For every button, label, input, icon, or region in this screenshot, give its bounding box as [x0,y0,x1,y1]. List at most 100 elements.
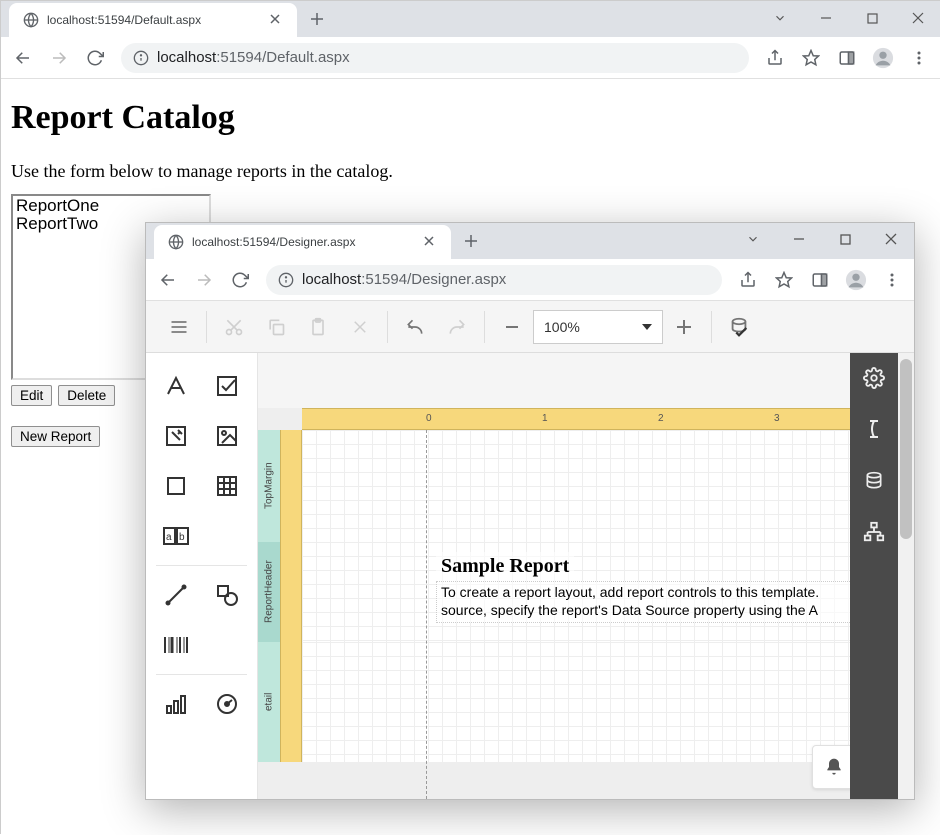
list-item[interactable]: ReportOne [16,197,206,215]
checkbox-tool-icon[interactable] [202,361,254,411]
maximize-icon[interactable] [822,223,868,255]
tab-close-icon[interactable] [423,235,437,249]
shape-tool-icon[interactable] [202,570,254,620]
zoom-select[interactable]: 100% [533,310,663,344]
ruler-tick: 0 [426,413,432,424]
vertical-ruler [280,642,302,762]
report-title-control[interactable]: Sample Report [436,552,574,581]
report-canvas[interactable]: 0 1 2 3 TopMargin ReportHeader etail [258,353,866,799]
scrollbar-thumb[interactable] [900,359,912,539]
band-topmargin-area[interactable] [302,430,866,542]
share-icon[interactable] [759,42,791,74]
reload-button[interactable] [224,264,256,296]
new-tab-button[interactable] [457,227,485,255]
dropdown-caret-icon [642,322,652,332]
datasource-icon[interactable] [864,469,884,493]
delete-button[interactable]: Delete [58,385,115,406]
undo-icon[interactable] [394,306,436,348]
address-bar[interactable]: localhost:51594/Default.aspx [121,43,749,73]
page-heading: Report Catalog [11,99,931,137]
gauge-tool-icon[interactable] [202,679,254,729]
address-bar[interactable]: localhost:51594/Designer.aspx [266,265,722,295]
parent-tab-title: localhost:51594/Default.aspx [47,13,201,27]
profile-icon[interactable] [840,264,872,296]
side-panel-icon[interactable] [831,42,863,74]
label-tool-icon[interactable] [150,361,202,411]
band-label-detail[interactable]: etail [258,642,280,762]
copy-icon[interactable] [255,306,297,348]
info-icon [278,272,294,288]
band-detail-area[interactable] [302,642,866,762]
tab-close-icon[interactable] [269,13,283,27]
zoom-in-icon[interactable] [663,306,705,348]
report-text-control[interactable]: To create a report layout, add report co… [436,581,862,623]
paste-icon[interactable] [297,306,339,348]
forward-button[interactable] [43,42,75,74]
close-icon[interactable] [895,1,940,35]
svg-text:b: b [179,532,185,543]
delete-x-icon[interactable] [339,306,381,348]
back-button[interactable] [7,42,39,74]
validate-icon[interactable] [718,306,760,348]
info-icon [133,50,149,66]
settings-gear-icon[interactable] [863,367,885,389]
edit-button[interactable]: Edit [11,385,52,406]
bookmark-icon[interactable] [768,264,800,296]
minimize-icon[interactable] [803,1,849,35]
redo-icon[interactable] [436,306,478,348]
character-comb-tool-icon[interactable]: ab [150,511,202,561]
reload-button[interactable] [79,42,111,74]
zoom-out-icon[interactable] [491,306,533,348]
expressions-icon[interactable] [864,417,884,441]
side-panel-icon[interactable] [804,264,836,296]
chart-tool-icon[interactable] [150,679,202,729]
table-tool-icon[interactable] [202,461,254,511]
barcode-tool-icon[interactable] [150,620,202,670]
ruler-tick: 3 [774,413,780,424]
vertical-scrollbar[interactable] [898,353,914,799]
margin-guide [426,430,427,799]
chevron-down-icon[interactable] [757,1,803,35]
band-label-reportheader[interactable]: ReportHeader [258,542,280,642]
chevron-down-icon[interactable] [730,223,776,255]
share-icon[interactable] [732,264,764,296]
maximize-icon[interactable] [849,1,895,35]
toolbox-palette: ab [146,353,258,799]
new-tab-button[interactable] [303,5,331,33]
url-text: localhost:51594/Designer.aspx [302,271,506,288]
close-icon[interactable] [868,223,914,255]
panel-tool-icon[interactable] [150,461,202,511]
globe-icon [23,12,39,28]
designer-app: 100% ab [146,301,914,799]
popup-tab-title: localhost:51594/Designer.aspx [192,235,355,249]
url-text: localhost:51594/Default.aspx [157,49,350,66]
svg-text:a: a [166,532,172,543]
hamburger-menu-icon[interactable] [158,306,200,348]
forward-button[interactable] [188,264,220,296]
new-report-button[interactable]: New Report [11,426,100,447]
ruler-tick: 2 [658,413,664,424]
menu-icon[interactable] [903,42,935,74]
line-tool-icon[interactable] [150,570,202,620]
horizontal-ruler: 0 1 2 3 [302,408,866,430]
menu-icon[interactable] [876,264,908,296]
properties-rail [850,353,898,799]
back-button[interactable] [152,264,184,296]
bookmark-icon[interactable] [795,42,827,74]
popup-window-controls [730,223,914,255]
profile-icon[interactable] [867,42,899,74]
vertical-ruler [280,430,302,542]
parent-toolbar: localhost:51594/Default.aspx [1,37,940,79]
richtext-tool-icon[interactable] [150,411,202,461]
popup-tab[interactable]: localhost:51594/Designer.aspx [154,225,451,259]
picture-tool-icon[interactable] [202,411,254,461]
minimize-icon[interactable] [776,223,822,255]
designer-toolbar: 100% [146,301,914,353]
vertical-ruler [280,542,302,642]
parent-tab[interactable]: localhost:51594/Default.aspx [9,3,297,37]
page-intro: Use the form below to manage reports in … [11,161,931,182]
report-explorer-icon[interactable] [863,521,885,543]
globe-icon [168,234,184,250]
cut-icon[interactable] [213,306,255,348]
band-label-topmargin[interactable]: TopMargin [258,430,280,542]
